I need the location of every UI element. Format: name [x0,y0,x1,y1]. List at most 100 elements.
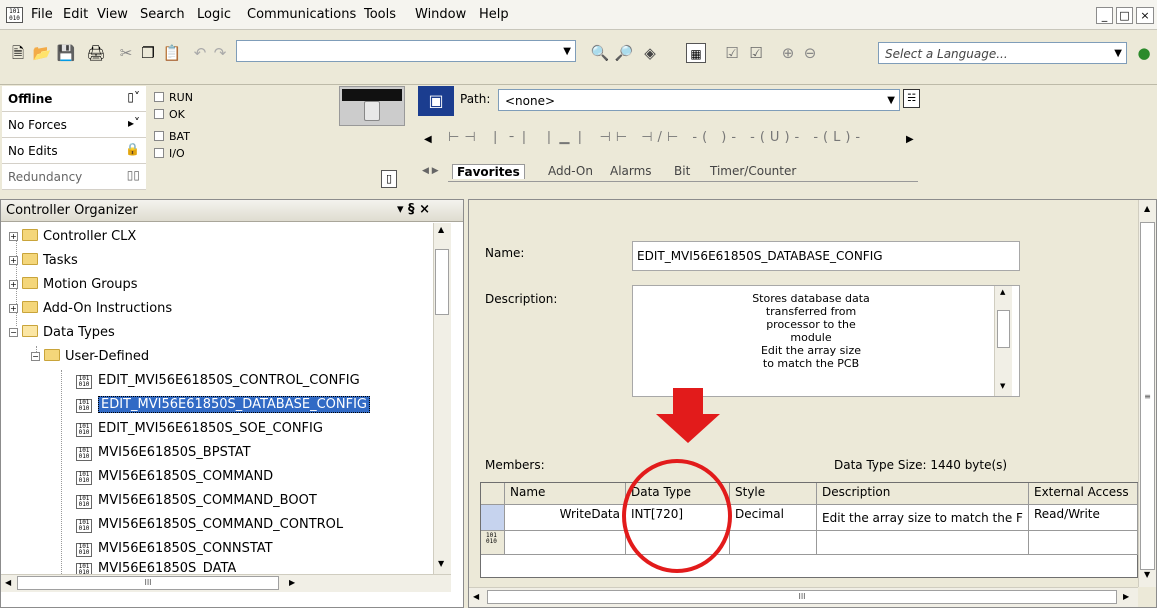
menu-search[interactable]: Search [140,7,185,22]
organizer-vscroll[interactable]: ▲ ▼ [433,223,451,574]
status-forces[interactable]: No Forces ▸˅ [2,112,146,138]
editor-hscroll[interactable]: ◀ III ▶ [469,587,1138,607]
member-description-cell[interactable]: Edit the array size to match the F [817,505,1029,531]
status-redundancy[interactable]: Redundancy ▯▯ [2,164,146,190]
minimize-button[interactable]: _ [1096,7,1113,24]
scroll-thumb[interactable]: III [487,590,1117,604]
status-forces-label: No Forces [8,118,67,132]
scroll-right-icon[interactable]: ▶ [1123,592,1129,601]
menu-tools[interactable]: Tools [364,7,396,22]
find-next-icon[interactable]: 🔎 [614,43,634,63]
menu-file[interactable]: File [31,7,53,22]
language-select[interactable]: Select a Language... ▼ [878,42,1127,64]
globe-icon[interactable]: ● [1134,43,1154,63]
menu-window[interactable]: Window [415,7,466,22]
tree-item[interactable]: + Controller CLX [9,226,136,248]
tab-favorites[interactable]: Favorites [452,164,525,179]
member-external-access-cell[interactable]: Read/Write [1029,505,1138,531]
redundancy-icon: ▯▯ [126,168,140,182]
scroll-up-icon[interactable]: ▲ [438,225,444,234]
restore-button[interactable]: □ [1116,7,1133,24]
tree-item[interactable]: + Add-On Instructions [9,298,172,320]
close-button[interactable]: × [1136,7,1154,24]
scroll-down-icon[interactable]: ▼ [1144,570,1150,579]
organizer-hscroll[interactable]: ◀ III ▶ [1,574,451,592]
new-file-icon[interactable]: 🗎 [8,43,28,63]
column-header-external-access[interactable]: External Access [1029,483,1138,505]
menu-help[interactable]: Help [479,7,509,22]
scroll-left-icon[interactable]: ◀ [473,592,479,601]
tab-scroll-arrows-icon[interactable]: ◀ ▶ [422,166,439,176]
tree-item[interactable]: + Motion Groups [9,274,138,296]
tree-item[interactable]: − Data Types [9,322,115,344]
scroll-left-icon[interactable]: ◀ [5,578,11,587]
verify-routine-icon[interactable]: ☑ [722,43,742,63]
instruction-palette[interactable]: ⊢⊣ ❘╶❘ ❘▁❘ ⊣⊢ ⊣/⊢ -( )- -(U)- -(L)- [448,130,865,145]
copy-icon[interactable]: ❐ [138,43,158,63]
description-vscroll[interactable]: ▲ ▼ [994,286,1012,396]
save-icon[interactable]: 💾 [56,43,76,63]
tree-item[interactable]: 101 010 MVI56E61850S_COMMAND_CONTROL [76,514,343,536]
browse-path-icon[interactable]: ☵ [903,89,920,108]
menu-logic[interactable]: Logic [197,7,231,22]
new-member-external-access-cell[interactable] [1029,531,1138,555]
scroll-up-icon[interactable]: ▲ [1000,288,1005,296]
scroll-right-icon[interactable]: ▶ [289,578,295,587]
tree-item[interactable]: 101 010 EDIT_MVI56E61850S_CONTROL_CONFIG [76,370,360,392]
scroll-thumb[interactable]: III [17,576,279,590]
tree-item[interactable]: 101 010 MVI56E61850S_DATA [76,562,236,574]
tab-timer-counter[interactable]: Timer/Counter [710,164,796,178]
tree-item[interactable]: 101 010 MVI56E61850S_BPSTAT [76,442,251,464]
tab-add-on[interactable]: Add-On [548,164,593,178]
editor-vscroll[interactable]: ▲ ≡ ▼ [1138,200,1156,587]
scroll-down-icon[interactable]: ▼ [1000,382,1005,390]
organizer-window-controls[interactable]: ▾ § × [397,202,430,217]
tree-item[interactable]: 101 010 EDIT_MVI56E61850S_SOE_CONFIG [76,418,323,440]
menu-edit[interactable]: Edit [63,7,88,22]
scroll-up-icon[interactable]: ▲ [1144,204,1150,213]
tree-item[interactable]: 101 010 MVI56E61850S_COMMAND_BOOT [76,490,317,512]
scroll-right-icon[interactable]: ▶ [906,134,914,145]
member-style-cell[interactable]: Decimal [730,505,817,531]
scroll-thumb[interactable]: ≡ [1140,222,1155,570]
tree-item[interactable]: − User-Defined [31,346,149,368]
forces-arrow-icon: ▸˅ [127,116,140,130]
new-member-style-cell[interactable] [730,531,817,555]
undo-icon[interactable]: ↶ [190,43,210,63]
tab-alarms[interactable]: Alarms [610,164,652,178]
new-member-description-cell[interactable] [817,531,1029,555]
search-combo[interactable]: ▼ [236,40,576,62]
tree-item[interactable]: + Tasks [9,250,78,272]
column-header-style[interactable]: Style [730,483,817,505]
paste-icon[interactable]: 📋 [162,43,182,63]
find-icon[interactable]: 🔍 [590,43,610,63]
controller-organizer-icon[interactable]: ▦ [686,43,706,63]
print-icon[interactable]: 🖨 [86,43,106,63]
verify-icon[interactable]: ◈ [640,43,660,63]
tree-item-selected[interactable]: 101 010 EDIT_MVI56E61850S_DATABASE_CONFIG [76,394,370,416]
data-type-icon: 101 010 [76,563,92,574]
zoom-out-icon[interactable]: ⊖ [800,43,820,63]
scroll-down-icon[interactable]: ▼ [438,559,444,568]
scroll-thumb[interactable] [435,249,449,315]
tree-item[interactable]: 101 010 MVI56E61850S_COMMAND [76,466,273,488]
cut-icon[interactable]: ✂ [116,43,136,63]
column-header-description[interactable]: Description [817,483,1029,505]
menu-communications[interactable]: Communications [247,7,356,22]
redo-icon[interactable]: ↷ [210,43,230,63]
open-folder-icon[interactable]: 📂 [32,43,52,63]
status-offline[interactable]: Offline ▯˅ [2,86,146,112]
key-button[interactable]: ▯ [381,170,397,188]
tab-bit[interactable]: Bit [674,164,690,178]
path-select[interactable]: <none> ▼ [498,89,900,111]
scroll-thumb[interactable] [997,310,1010,348]
menu-view[interactable]: View [97,7,128,22]
verify-controller-icon[interactable]: ☑ [746,43,766,63]
status-edits[interactable]: No Edits 🔒 [2,138,146,164]
tree-item[interactable]: 101 010 MVI56E61850S_CONNSTAT [76,538,273,560]
row-selector[interactable] [481,505,505,531]
new-row-icon[interactable]: 101 010 [481,531,505,555]
name-field[interactable]: EDIT_MVI56E61850S_DATABASE_CONFIG [632,241,1020,271]
scroll-left-icon[interactable]: ◀ [424,134,432,145]
zoom-in-icon[interactable]: ⊕ [778,43,798,63]
